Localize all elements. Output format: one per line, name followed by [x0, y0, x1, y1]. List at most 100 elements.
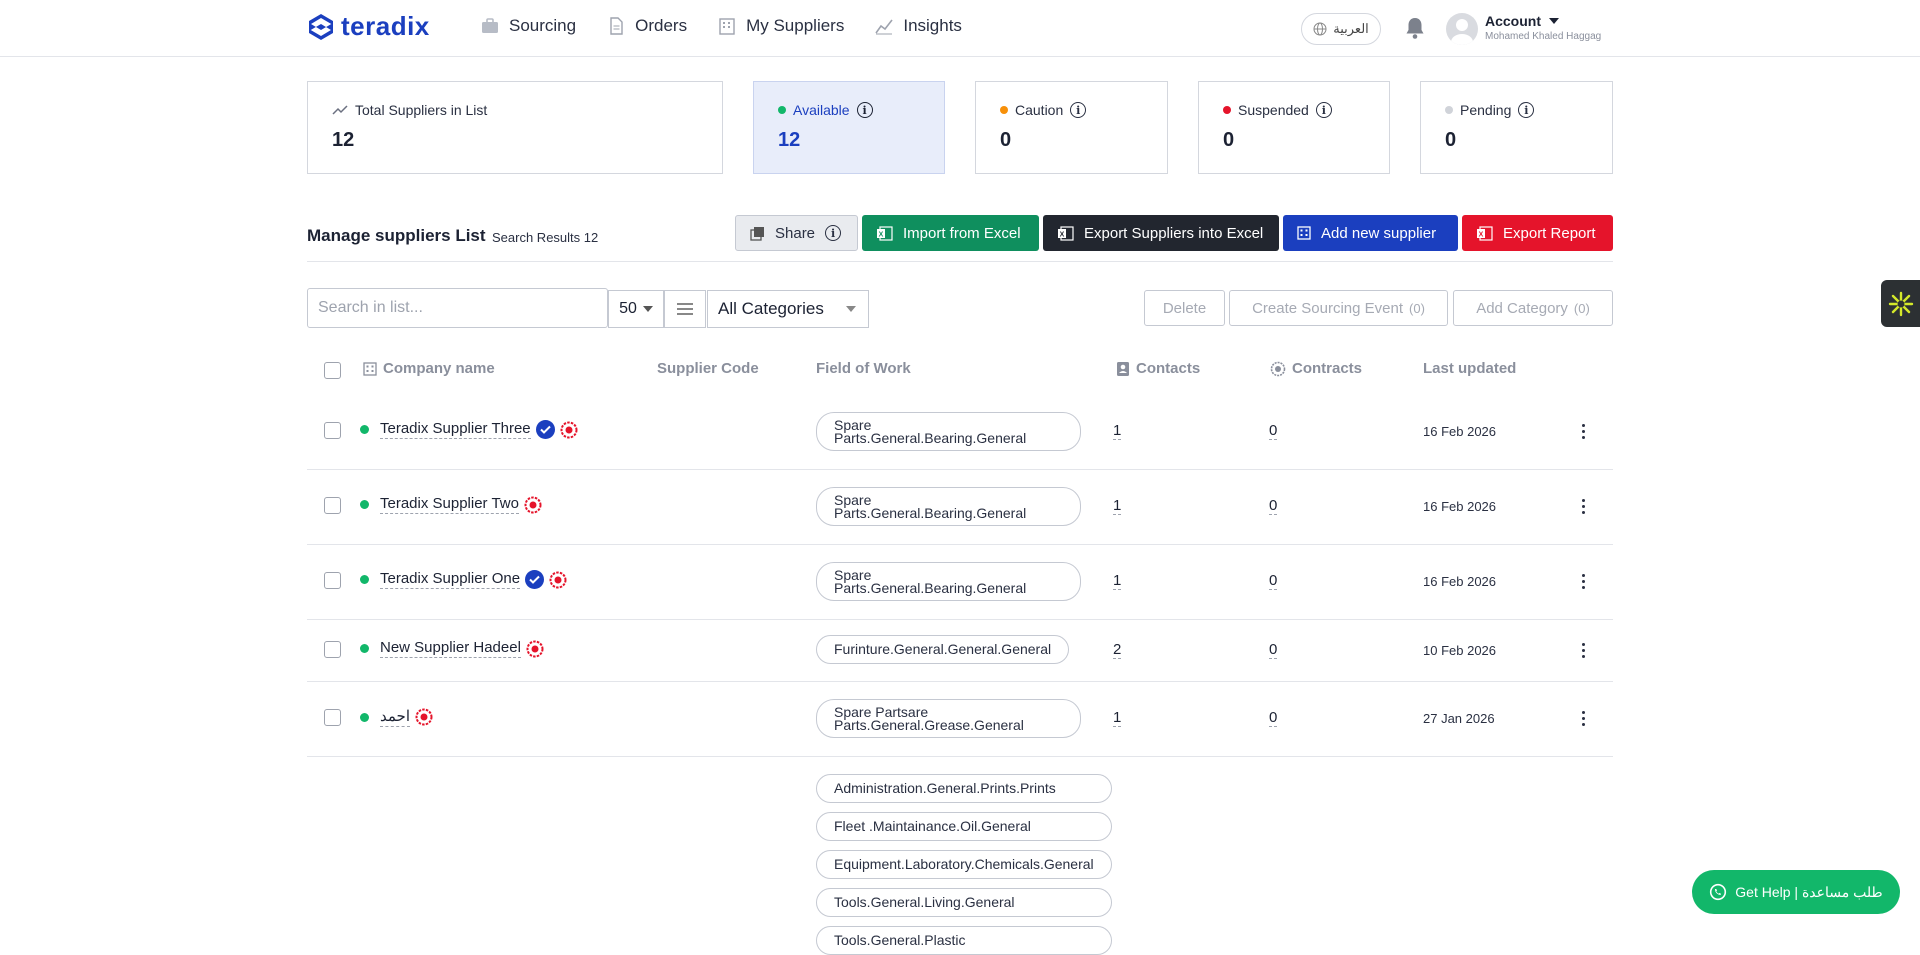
row-menu-button[interactable]: [1582, 711, 1585, 726]
search-input[interactable]: [307, 288, 608, 328]
stat-card-caution[interactable]: Caution i 0: [975, 81, 1168, 174]
per-page-select[interactable]: 50: [608, 290, 664, 328]
stat-pending-label: Pending: [1460, 102, 1512, 118]
row-checkbox[interactable]: [324, 572, 341, 589]
teradix-logo-icon: [309, 13, 333, 40]
share-button[interactable]: Share i: [735, 215, 858, 251]
export-excel-button[interactable]: X Export Suppliers into Excel: [1043, 215, 1279, 251]
add-category-button[interactable]: Add Category (0): [1453, 290, 1613, 326]
supplier-name-link[interactable]: احمد: [380, 707, 410, 727]
field-of-work-tag: Spare Parts.General.Bearing.General: [816, 562, 1081, 601]
row-menu-button[interactable]: [1582, 499, 1585, 514]
get-help-button[interactable]: Get Help | طلب مساعدة: [1692, 870, 1900, 914]
add-category-label: Add Category: [1476, 299, 1568, 317]
stat-total-value: 12: [332, 129, 355, 151]
delete-button[interactable]: Delete: [1144, 290, 1225, 326]
nav-sourcing[interactable]: Sourcing: [480, 16, 576, 36]
select-all-checkbox[interactable]: [324, 362, 341, 379]
last-updated-date: 16 Feb 2026: [1423, 424, 1497, 439]
stat-card-pending[interactable]: Pending i 0: [1420, 81, 1613, 174]
contacts-count[interactable]: 2: [1113, 641, 1122, 659]
table-row[interactable]: Administration.General.Prints.Prints Fle…: [307, 757, 1613, 955]
contracts-count[interactable]: 0: [1269, 422, 1278, 440]
row-checkbox[interactable]: [324, 709, 341, 726]
supplier-name-link[interactable]: New Supplier Hadeel: [380, 639, 521, 658]
contacts-count[interactable]: 1: [1113, 709, 1122, 727]
nav-insights[interactable]: Insights: [874, 16, 962, 36]
side-widget-button[interactable]: [1881, 280, 1920, 327]
nav-sourcing-label: Sourcing: [509, 16, 577, 35]
info-icon[interactable]: i: [1070, 102, 1087, 118]
column-contacts[interactable]: Contacts: [1136, 360, 1200, 377]
contacts-count[interactable]: 1: [1113, 422, 1122, 440]
red-seal-icon: [549, 571, 567, 589]
field-of-work-tag: Equipment.Laboratory.Chemicals.General: [816, 850, 1112, 879]
table-row[interactable]: Teradix Supplier Three Spare Parts.Genera…: [307, 394, 1613, 470]
info-icon[interactable]: i: [856, 102, 873, 118]
search-results-count: Search Results 12: [492, 230, 599, 245]
red-seal-icon: [524, 496, 542, 514]
stat-card-available[interactable]: Available i 12: [753, 81, 945, 174]
info-icon[interactable]: i: [825, 225, 842, 241]
field-of-work-tag: Administration.General.Prints.Prints: [816, 774, 1112, 803]
table-row[interactable]: Teradix Supplier One Spare Parts.General.…: [307, 545, 1613, 620]
language-toggle[interactable]: العربية: [1301, 13, 1381, 45]
nav-orders[interactable]: Orders: [606, 16, 687, 36]
account-menu[interactable]: Account Mohamed Khaled Haggag: [1485, 13, 1601, 42]
red-seal-icon: [526, 640, 544, 658]
table-row[interactable]: New Supplier Hadeel Furinture.General.Ge…: [307, 620, 1613, 682]
column-last-updated[interactable]: Last updated: [1423, 360, 1516, 377]
per-page-value: 50: [619, 300, 637, 317]
contracts-count[interactable]: 0: [1269, 497, 1278, 515]
teradix-logo[interactable]: teradix: [307, 11, 430, 42]
building-icon: [1297, 226, 1311, 240]
export-report-button[interactable]: X Export Report: [1462, 215, 1613, 251]
contracts-count[interactable]: 0: [1269, 641, 1278, 659]
row-menu-button[interactable]: [1582, 643, 1585, 658]
stat-available-value: 12: [778, 129, 801, 151]
avatar[interactable]: [1446, 13, 1478, 45]
list-view-toggle[interactable]: [664, 290, 706, 328]
nav-my-suppliers[interactable]: My Suppliers: [717, 16, 844, 36]
import-excel-button[interactable]: X Import from Excel: [862, 215, 1039, 251]
info-icon[interactable]: i: [1315, 102, 1332, 118]
row-checkbox[interactable]: [324, 497, 341, 514]
stat-card-total[interactable]: Total Suppliers in List 12: [307, 81, 723, 174]
main-nav: Sourcing Orders My Suppliers Insights: [480, 16, 962, 36]
row-checkbox[interactable]: [324, 641, 341, 658]
contacts-count[interactable]: 1: [1113, 572, 1122, 590]
create-sourcing-event-button[interactable]: Create Sourcing Event (0): [1229, 290, 1448, 326]
add-supplier-button[interactable]: Add new supplier: [1283, 215, 1458, 251]
stat-total-label: Total Suppliers in List: [355, 102, 488, 118]
table-row[interactable]: احمد Spare Partsare Parts.General.Grease.…: [307, 682, 1613, 757]
column-company[interactable]: Company name: [383, 360, 495, 377]
excel-icon: X: [877, 225, 893, 241]
info-icon[interactable]: i: [1518, 102, 1535, 118]
divider: [307, 261, 1613, 262]
field-of-work-tag: Fleet .Maintainance.Oil.General: [816, 812, 1112, 841]
column-contracts[interactable]: Contracts: [1292, 360, 1362, 377]
row-menu-button[interactable]: [1582, 574, 1585, 589]
column-field-of-work[interactable]: Field of Work: [816, 360, 911, 377]
notifications-button[interactable]: [1404, 16, 1426, 45]
supplier-name-link[interactable]: Teradix Supplier Three: [380, 420, 531, 439]
row-menu-button[interactable]: [1582, 424, 1585, 439]
create-event-count: (0): [1409, 300, 1425, 316]
category-select[interactable]: All Categories: [707, 290, 869, 328]
contracts-count[interactable]: 0: [1269, 709, 1278, 727]
row-checkbox[interactable]: [324, 422, 341, 439]
red-seal-icon: [415, 708, 433, 726]
supplier-name-link[interactable]: Teradix Supplier Two: [380, 495, 519, 514]
column-supplier-code[interactable]: Supplier Code: [657, 360, 759, 377]
stat-card-suspended[interactable]: Suspended i 0: [1198, 81, 1390, 174]
table-row[interactable]: Teradix Supplier Two Spare Parts.General.…: [307, 470, 1613, 545]
last-updated-date: 16 Feb 2026: [1423, 499, 1497, 514]
contracts-count[interactable]: 0: [1269, 572, 1278, 590]
svg-text:X: X: [1060, 231, 1065, 238]
briefcase-icon: [482, 18, 498, 33]
copy-icon: [750, 226, 764, 241]
contacts-count[interactable]: 1: [1113, 497, 1122, 515]
svg-text:X: X: [879, 231, 884, 238]
supplier-name-link[interactable]: Teradix Supplier One: [380, 570, 521, 589]
top-navigation-bar: teradix Sourcing Orders My Suppliers Ins…: [0, 0, 1920, 57]
